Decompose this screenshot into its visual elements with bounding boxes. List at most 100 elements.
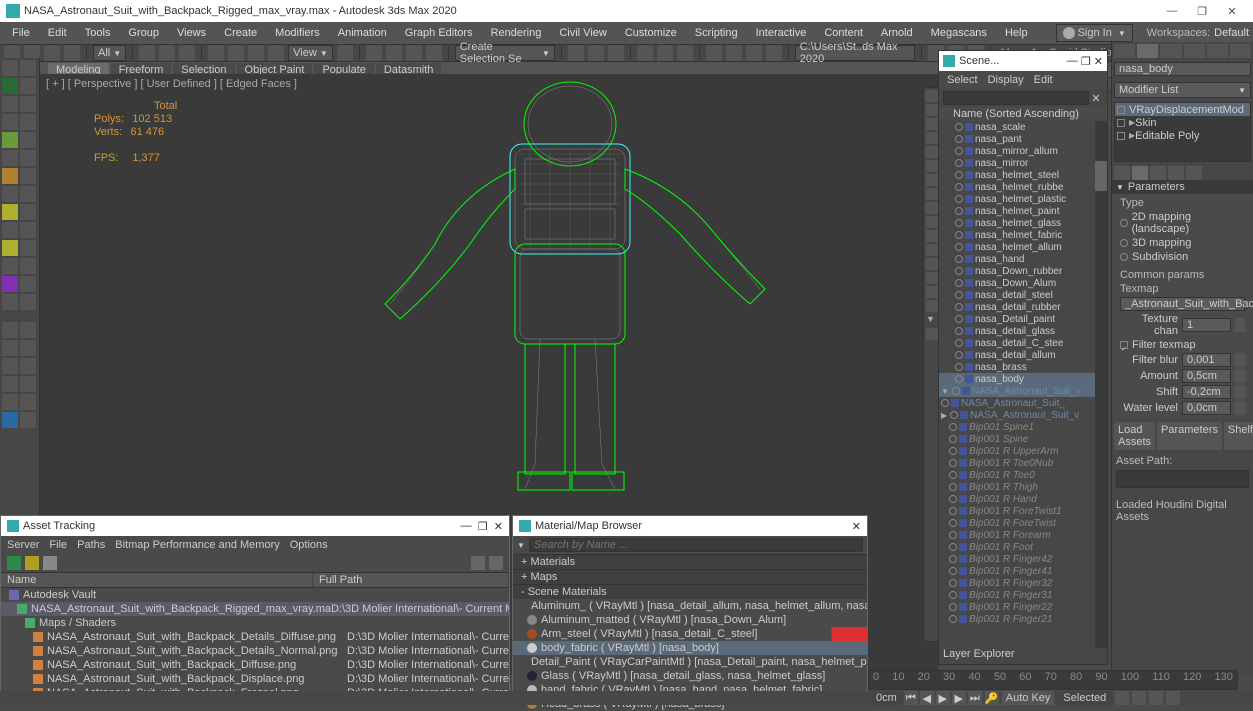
clear-icon[interactable]: ✕ <box>1089 91 1103 105</box>
filter-icon[interactable] <box>926 90 938 102</box>
key-filter-dropdown[interactable]: Selected <box>1057 691 1112 705</box>
lt-icon[interactable] <box>20 78 36 94</box>
place-icon[interactable] <box>268 45 284 61</box>
signin-button[interactable]: Sign In ▼ <box>1056 24 1133 42</box>
scene-row[interactable]: nasa_helmet_glass <box>939 217 1107 229</box>
scene-search-input[interactable] <box>943 91 1089 105</box>
filterblur-field[interactable]: 0,001 <box>1182 353 1231 367</box>
col-name[interactable]: Name <box>1 573 313 587</box>
filter-icon[interactable] <box>926 230 938 242</box>
lt-icon[interactable] <box>20 186 36 202</box>
nav-icon[interactable] <box>1149 691 1163 705</box>
lt-icon[interactable] <box>20 168 36 184</box>
maximize-button[interactable]: ❐ <box>1187 5 1217 18</box>
filter-icon[interactable] <box>926 216 938 228</box>
spinner-snap-icon[interactable] <box>426 45 442 61</box>
lt-icon[interactable] <box>20 394 36 410</box>
asset-row[interactable]: NASA_Astronaut_Suit_with_Backpack_Diffus… <box>1 658 509 672</box>
scene-row[interactable]: nasa_helmet_steel <box>939 169 1107 181</box>
scene-row[interactable]: nasa_pant <box>939 133 1107 145</box>
menu-scripting[interactable]: Scripting <box>687 25 746 41</box>
scene-row[interactable]: Bip001 R Finger21 <box>939 613 1107 625</box>
render-frame-icon[interactable] <box>746 45 762 61</box>
spinner-icon[interactable] <box>1235 401 1245 415</box>
spinner-icon[interactable] <box>1235 385 1245 399</box>
lt-icon[interactable] <box>20 412 36 428</box>
scene-row[interactable]: nasa_Detail_paint <box>939 313 1107 325</box>
filter-icon[interactable] <box>926 328 938 340</box>
unlink-icon[interactable] <box>64 45 80 61</box>
maximize-icon[interactable]: ❐ <box>1081 55 1091 68</box>
scene-row[interactable]: nasa_Down_rubber <box>939 265 1107 277</box>
lt-icon[interactable] <box>2 340 18 356</box>
asset-path-field[interactable] <box>1116 470 1249 488</box>
section-maps[interactable]: + Maps <box>513 569 867 584</box>
material-row[interactable]: Aluminum_matted ( VRayMtl ) [nasa_Down_A… <box>513 613 867 627</box>
scene-row[interactable]: Bip001 Spine <box>939 433 1107 445</box>
lt-icon[interactable] <box>2 204 18 220</box>
menu-paths[interactable]: Paths <box>77 539 105 551</box>
object-name-input[interactable] <box>1114 62 1251 76</box>
lt-icon[interactable] <box>2 358 18 374</box>
coord-system[interactable]: View▼ <box>288 45 333 61</box>
filter-icon[interactable] <box>926 272 938 284</box>
minimize-icon[interactable]: — <box>461 520 472 532</box>
menu-modifiers[interactable]: Modifiers <box>267 25 328 41</box>
scene-row[interactable]: Bip001 R Finger32 <box>939 577 1107 589</box>
menu-rendering[interactable]: Rendering <box>483 25 550 41</box>
lt-icon[interactable] <box>20 276 36 292</box>
menu-create[interactable]: Create <box>216 25 265 41</box>
material-row[interactable]: Arm_steel ( VRayMtl ) [nasa_detail_C_ste… <box>513 627 867 641</box>
mirror-icon[interactable] <box>568 45 584 61</box>
lt-icon[interactable] <box>20 358 36 374</box>
radio-3d[interactable]: 3D mapping <box>1120 236 1245 250</box>
menu-group[interactable]: Group <box>120 25 167 41</box>
menu-content[interactable]: Content <box>816 25 871 41</box>
menu-edit[interactable]: Edit <box>40 25 75 41</box>
lt-icon[interactable] <box>20 258 36 274</box>
asset-row[interactable]: NASA_Astronaut_Suit_with_Backpack_Rigged… <box>1 602 509 616</box>
autokey-button[interactable]: Auto Key <box>1002 691 1055 705</box>
move-icon[interactable] <box>208 45 224 61</box>
link-icon[interactable] <box>44 45 60 61</box>
filter-all[interactable]: All▼ <box>93 45 126 61</box>
modifier-row[interactable]: ▶ Skin <box>1115 116 1250 129</box>
asset-row[interactable]: Maps / Shaders <box>1 616 509 630</box>
section-materials[interactable]: + Materials <box>513 554 867 569</box>
tab-edit[interactable]: Edit <box>1034 74 1053 86</box>
next-frame-icon[interactable]: ▶ <box>952 691 966 705</box>
scene-row[interactable]: Bip001 Spine1 <box>939 421 1107 433</box>
key-icon[interactable]: 🔑 <box>985 691 999 705</box>
scene-row[interactable]: Bip001 R UpperArm <box>939 445 1107 457</box>
close-button[interactable]: ✕ <box>1217 5 1247 18</box>
lt-icon[interactable] <box>2 276 18 292</box>
menu-tools[interactable]: Tools <box>77 25 119 41</box>
scene-row[interactable]: nasa_Down_Alum <box>939 277 1107 289</box>
texmap-button[interactable]: _Astronaut_Suit_with_Backpa <box>1120 297 1245 311</box>
schematic-icon[interactable] <box>677 45 693 61</box>
menu-options[interactable]: Options <box>290 539 328 551</box>
scene-row[interactable]: nasa_scale <box>939 121 1107 133</box>
lt-icon[interactable] <box>20 376 36 392</box>
tab-motion-icon[interactable] <box>1184 44 1205 58</box>
menu-arnold[interactable]: Arnold <box>873 25 921 41</box>
maximize-icon[interactable]: ❐ <box>478 520 488 533</box>
lt-icon[interactable] <box>2 168 18 184</box>
menu-interactive[interactable]: Interactive <box>748 25 815 41</box>
scene-row[interactable]: Bip001 R Finger41 <box>939 565 1107 577</box>
modifier-stack[interactable]: VRayDisplacementMod▶ Skin▶ Editable Poly <box>1114 102 1251 162</box>
lt-icon[interactable] <box>2 60 18 76</box>
shift-field[interactable]: -0,2cm <box>1182 385 1231 399</box>
lt-icon[interactable] <box>2 258 18 274</box>
lt-icon[interactable] <box>20 114 36 130</box>
lt-icon[interactable] <box>20 204 36 220</box>
scene-col-name[interactable]: Name (Sorted Ascending) <box>939 107 1107 121</box>
render-icon[interactable] <box>766 45 782 61</box>
scene-row[interactable]: ▶NASA_Astronaut_Suit_v <box>939 409 1107 421</box>
menu-file[interactable]: File <box>49 539 67 551</box>
parameters-header[interactable]: ▼Parameters <box>1112 180 1253 194</box>
menu-civil-view[interactable]: Civil View <box>551 25 614 41</box>
filter-icon[interactable] <box>926 118 938 130</box>
rotate-icon[interactable] <box>228 45 244 61</box>
modifier-list-dropdown[interactable]: Modifier List▼ <box>1114 82 1251 98</box>
